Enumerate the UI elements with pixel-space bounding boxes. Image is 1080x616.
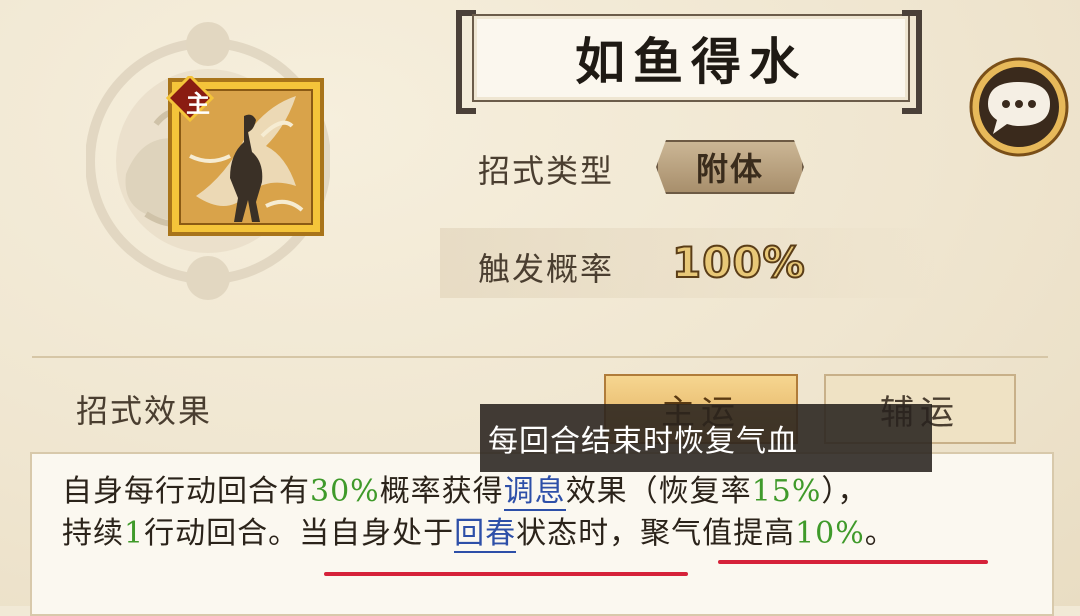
status-tooltip: 每回合结束时恢复气血 — [480, 404, 932, 472]
skill-title-banner: 如鱼得水 — [456, 10, 922, 114]
desc1-text-b: 概率获得 — [379, 474, 504, 509]
title-box: 如鱼得水 — [472, 14, 910, 102]
desc2-boost-value: 10% — [795, 516, 865, 551]
role-badge-label: 主 — [186, 89, 210, 118]
skill-detail-panel: 主 如鱼得水 招式类型 附体 触发概率 100% 招式效果 主运 辅运 自身 — [0, 0, 1080, 616]
annotation-underline-1 — [324, 572, 688, 576]
desc1-recovery-value: 15% — [751, 474, 822, 509]
desc1-text-c: 效果（恢复率 — [565, 474, 752, 509]
skill-name: 如鱼得水 — [575, 32, 807, 91]
status-link-tiaoxi[interactable]: 调息 — [503, 474, 566, 511]
trigger-rate-value: 100% — [671, 237, 806, 288]
desc1-chance-value: 30% — [310, 474, 380, 509]
skill-type-value: 附体 — [695, 150, 764, 188]
annotation-underline-2 — [718, 560, 988, 564]
effect-description-line-2: 持续1行动回合。当自身处于回春状态时，聚气值提高10%。 — [62, 508, 896, 553]
effect-description-line-1: 自身每行动回合有30%概率获得调息效果（恢复率15%）， — [62, 466, 869, 511]
desc2-text-c: 状态时，聚气值提高 — [516, 516, 796, 551]
desc2-text-d: 。 — [864, 516, 896, 551]
status-link-huichun[interactable]: 回春 — [454, 516, 517, 553]
desc1-text-d: ）， — [821, 474, 869, 509]
chat-button[interactable] — [968, 56, 1070, 158]
section-divider — [32, 356, 1048, 358]
status-tooltip-text: 每回合结束时恢复气血 — [488, 424, 798, 459]
desc2-duration-value: 1 — [124, 516, 145, 551]
title-bracket-right — [902, 10, 922, 114]
skill-type-label: 招式类型 — [478, 152, 615, 190]
desc2-text-b: 行动回合。当自身处于 — [144, 516, 455, 551]
desc2-text-a: 持续 — [62, 516, 124, 551]
trigger-rate-label: 触发概率 — [478, 250, 615, 288]
desc1-text-a: 自身每行动回合有 — [62, 474, 310, 509]
effects-section-label: 招式效果 — [76, 392, 213, 430]
skill-type-badge: 附体 — [656, 140, 804, 194]
